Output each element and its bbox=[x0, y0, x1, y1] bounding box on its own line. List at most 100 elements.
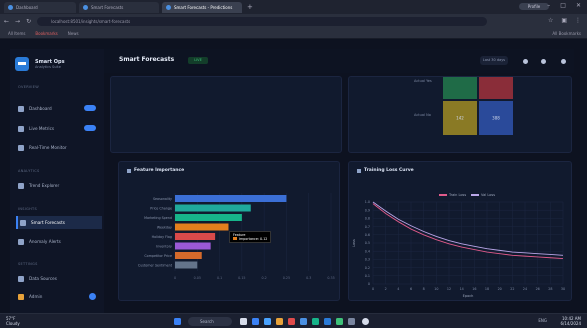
y-tick-label: 0.7 bbox=[365, 225, 370, 229]
x-tick-label: 0.3 bbox=[306, 276, 311, 280]
database-icon bbox=[18, 275, 24, 282]
y-tick-label: 0.6 bbox=[365, 233, 370, 237]
app-icon[interactable] bbox=[336, 318, 343, 325]
bookmark-item[interactable]: News bbox=[68, 31, 79, 36]
menu-icon[interactable]: ⋮ bbox=[575, 17, 581, 24]
browser-icon[interactable] bbox=[252, 318, 259, 325]
x-tick-label: 14 bbox=[460, 287, 464, 291]
y-tick-label: 1.0 bbox=[365, 200, 370, 204]
app-icon[interactable] bbox=[348, 318, 355, 325]
browser-tab[interactable]: Dashboard bbox=[4, 1, 76, 13]
x-tick-label: 0.05 bbox=[194, 276, 201, 280]
page-title: Smart Forecasts bbox=[119, 56, 175, 63]
weather-widget[interactable]: 57°F Cloudy bbox=[6, 316, 20, 326]
chrome-icon[interactable] bbox=[362, 318, 369, 325]
sidebar-item-live-metrics[interactable]: Live Metrics bbox=[16, 122, 102, 135]
back-icon[interactable]: ← bbox=[4, 18, 9, 25]
y-axis-label: Loss bbox=[352, 239, 356, 247]
taskbar-search[interactable]: Search bbox=[188, 317, 232, 326]
y-tick-label: 0.1 bbox=[365, 274, 370, 278]
dashboard-icon bbox=[18, 105, 24, 112]
category-label: Holiday Flag bbox=[152, 235, 172, 239]
status-badge: LIVE bbox=[188, 57, 208, 64]
sidebar-section-label: SETTINGS bbox=[18, 262, 38, 266]
favicon-icon bbox=[166, 4, 171, 10]
app-icon[interactable] bbox=[312, 318, 319, 325]
minimize-icon[interactable]: – bbox=[547, 2, 550, 9]
bar bbox=[175, 242, 211, 250]
sidebar-item-realtime[interactable]: Real-Time Monitor bbox=[16, 141, 102, 154]
windows-start-icon[interactable] bbox=[174, 318, 181, 325]
forecast-icon bbox=[20, 219, 26, 226]
category-label: Marketing Spend bbox=[144, 216, 172, 220]
tooltip-swatch bbox=[233, 237, 237, 240]
sidebar-item-dashboard[interactable]: Dashboard bbox=[16, 102, 102, 115]
x-tick-label: 8 bbox=[423, 287, 425, 291]
monitor-icon bbox=[18, 144, 24, 151]
matrix-cell: 388 bbox=[479, 101, 513, 135]
x-tick-label: 12 bbox=[447, 287, 451, 291]
training-loss-chart: 1.00.90.80.70.60.50.40.30.20.100 2 4 6 8 10 12… bbox=[352, 200, 565, 298]
maximize-icon[interactable]: □ bbox=[560, 2, 566, 9]
sidebar-item-admin[interactable]: Admin bbox=[16, 290, 102, 303]
y-tick-label: 0 bbox=[368, 282, 370, 286]
forward-icon[interactable]: → bbox=[15, 18, 20, 25]
clock[interactable]: 10:42 AM 6/14/2024 bbox=[560, 316, 581, 326]
app-icon[interactable] bbox=[324, 318, 331, 325]
matrix-row-label: Actual No bbox=[414, 113, 431, 117]
favicon-icon bbox=[83, 4, 88, 10]
x-tick-label: 4 bbox=[397, 287, 399, 291]
notification-badge bbox=[89, 293, 96, 300]
mail-icon[interactable] bbox=[300, 318, 307, 325]
extensions-icon[interactable]: ▣ bbox=[561, 17, 567, 24]
series-line bbox=[372, 203, 564, 260]
sidebar-item-anomaly-alerts[interactable]: Anomaly Alerts bbox=[16, 235, 102, 248]
url-input[interactable]: localhost:8501/insights/smart-forecasts bbox=[37, 16, 488, 26]
bar bbox=[175, 223, 229, 231]
sidebar-item-trend-explorer[interactable]: Trend Explorer bbox=[16, 179, 102, 192]
all-bookmarks-link[interactable]: All Bookmarks bbox=[552, 31, 581, 36]
browser-tab-active[interactable]: Smart Forecasts - Predictions bbox=[162, 1, 242, 13]
y-tick-label: 0.3 bbox=[365, 258, 370, 262]
bookmark-item[interactable]: Bookmarks bbox=[35, 31, 57, 36]
task-view-icon[interactable] bbox=[240, 318, 247, 325]
profile-button[interactable]: Profile bbox=[519, 3, 549, 10]
star-icon[interactable]: ☆ bbox=[548, 17, 553, 24]
close-icon[interactable]: ✕ bbox=[576, 2, 581, 9]
bookmark-item[interactable]: All Items bbox=[8, 31, 25, 36]
x-tick-label: 10 bbox=[434, 287, 438, 291]
y-tick-label: 0.9 bbox=[365, 208, 370, 212]
brand-logo-icon bbox=[15, 57, 29, 71]
trend-icon bbox=[18, 182, 24, 189]
search-icon bbox=[18, 125, 24, 132]
sidebar-item-smart-forecasts[interactable]: Smart Forecasts bbox=[16, 216, 102, 229]
toggle-switch[interactable] bbox=[84, 125, 96, 131]
files-icon[interactable] bbox=[276, 318, 283, 325]
x-tick-label: 24 bbox=[523, 287, 527, 291]
bar bbox=[175, 252, 202, 259]
category-label: Price Change bbox=[150, 207, 172, 211]
x-tick-label: 2 bbox=[385, 287, 387, 291]
user-avatar-icon[interactable] bbox=[561, 59, 566, 64]
system-tray[interactable]: ENG bbox=[538, 318, 547, 323]
toggle-switch[interactable] bbox=[84, 105, 96, 111]
category-label: Competitor Price bbox=[144, 254, 172, 258]
x-tick-label: 16 bbox=[472, 287, 476, 291]
os-taskbar: 57°F Cloudy Search ENG 10:42 AM 6/14/202… bbox=[0, 313, 587, 328]
app-icon[interactable] bbox=[288, 318, 295, 325]
settings-icon[interactable] bbox=[541, 59, 546, 64]
y-tick-label: 0.5 bbox=[365, 241, 370, 245]
address-bar-row: ← → ↻ localhost:8501/insights/smart-fore… bbox=[0, 14, 587, 28]
notification-icon[interactable] bbox=[523, 59, 528, 64]
x-tick-label: 0 bbox=[174, 276, 176, 280]
date-range-select[interactable]: Last 30 days bbox=[480, 56, 508, 65]
edge-icon[interactable] bbox=[264, 318, 271, 325]
browser-tab[interactable]: Smart Forecasts bbox=[79, 1, 159, 13]
bookmarks-bar: All Items Bookmarks News All Bookmarks bbox=[0, 28, 587, 39]
reload-icon[interactable]: ↻ bbox=[26, 18, 31, 25]
bar bbox=[175, 204, 251, 212]
matrix-cell bbox=[479, 77, 513, 99]
sidebar-item-data-sources[interactable]: Data Sources bbox=[16, 272, 102, 285]
y-tick-label: 0.4 bbox=[365, 249, 370, 253]
new-tab-icon[interactable]: + bbox=[247, 3, 253, 11]
